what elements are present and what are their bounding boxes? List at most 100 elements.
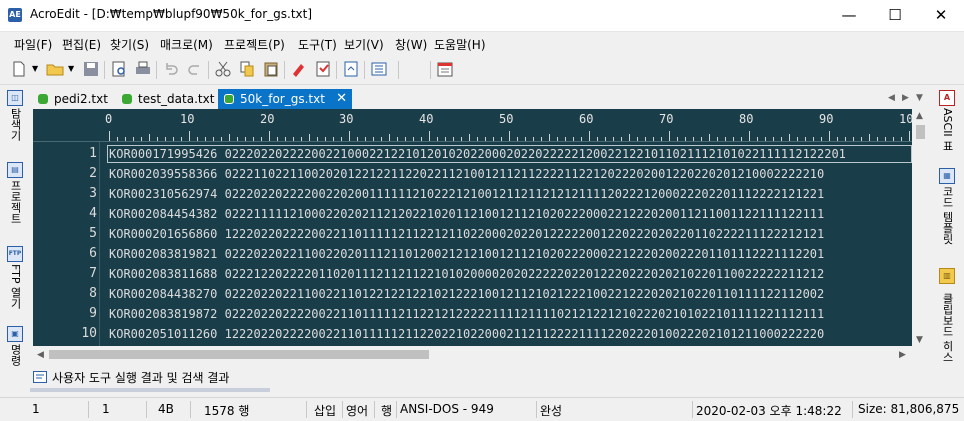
ruler-tick bbox=[717, 137, 718, 141]
tab-pedi2[interactable]: pedi2.txt bbox=[32, 89, 126, 109]
paste-icon[interactable] bbox=[262, 60, 280, 78]
ruler-tick bbox=[325, 137, 326, 141]
cut-icon[interactable] bbox=[214, 60, 232, 78]
output-panel-tab[interactable]: 사용자 도구 실행 결과 및 검색 결과 bbox=[52, 369, 229, 386]
code-line[interactable]: KOR000171995426 022202202222002210002212… bbox=[109, 147, 912, 161]
code-line[interactable]: KOR002084454382 022211111210002202021121… bbox=[109, 207, 912, 221]
scroll-up-icon[interactable]: ▲ bbox=[916, 111, 923, 121]
ruler-tick bbox=[693, 137, 694, 141]
copy-icon[interactable] bbox=[238, 60, 256, 78]
ruler-tick bbox=[565, 137, 566, 141]
status-complete[interactable]: 완성 bbox=[540, 402, 562, 419]
file-status-icon bbox=[224, 94, 234, 104]
ruler-tick bbox=[821, 137, 822, 141]
tab-list-icon[interactable]: ▼ bbox=[916, 93, 923, 103]
vertical-scroll-thumb[interactable] bbox=[916, 125, 925, 139]
code-line[interactable]: KOR002084438270 022202202211002211012212… bbox=[109, 287, 912, 301]
ftp-icon: FTP bbox=[7, 246, 23, 262]
menu-view[interactable]: 보기(V) bbox=[344, 36, 384, 53]
side-tab-code-template[interactable]: ▦ 코드 템플릿 bbox=[933, 168, 961, 248]
scroll-right-icon[interactable]: ▶ bbox=[899, 350, 906, 360]
print-preview-icon[interactable] bbox=[110, 60, 128, 78]
ruler-tick bbox=[861, 137, 862, 141]
code-line[interactable]: KOR002039558366 022211022110020201221221… bbox=[109, 167, 912, 181]
menu-macro[interactable]: 매크로(M) bbox=[160, 36, 213, 53]
minimize-button[interactable]: — bbox=[826, 0, 872, 31]
side-tab-clipboard[interactable]: ▥ 클립보드 히스 bbox=[933, 268, 961, 373]
tab-label: pedi2.txt bbox=[54, 92, 108, 106]
ruler-tick bbox=[221, 137, 222, 141]
tab-label: test_data.txt bbox=[138, 92, 215, 106]
print-icon[interactable] bbox=[134, 60, 152, 78]
tab-scroll-left-icon[interactable]: ◀ bbox=[888, 93, 895, 103]
ruler-tick bbox=[781, 137, 782, 141]
bookmark-icon[interactable] bbox=[314, 60, 332, 78]
document-view-icon[interactable] bbox=[342, 60, 360, 78]
menu-find[interactable]: 찾기(S) bbox=[110, 36, 149, 53]
code-line[interactable]: KOR002083819821 022202202211002202011121… bbox=[109, 247, 912, 261]
calendar-icon[interactable] bbox=[436, 60, 454, 78]
side-tab-project[interactable]: ▤ 프로젝트 bbox=[1, 162, 29, 227]
menu-edit[interactable]: 편집(E) bbox=[62, 36, 101, 53]
undo-icon[interactable] bbox=[162, 60, 180, 78]
menu-help[interactable]: 도움말(H) bbox=[434, 36, 486, 53]
new-dropdown-icon[interactable]: ▼ bbox=[32, 64, 38, 73]
open-folder-icon[interactable] bbox=[46, 60, 64, 78]
tab-50k-for-gs[interactable]: 50k_for_gs.txt ✕ bbox=[218, 89, 352, 109]
side-tab-command[interactable]: ▣ 명령 bbox=[1, 326, 29, 369]
tab-scroll-right-icon[interactable]: ▶ bbox=[902, 93, 909, 103]
ruler-tick bbox=[525, 137, 526, 141]
new-file-icon[interactable] bbox=[10, 60, 28, 78]
horizontal-scrollbar[interactable]: ◀ ▶ bbox=[33, 346, 912, 363]
scroll-down-icon[interactable]: ▼ bbox=[916, 335, 923, 345]
ruler-tick bbox=[461, 137, 462, 141]
code-line[interactable]: KOR000201656860 122202202222002211011111… bbox=[109, 227, 912, 241]
status-insert-mode[interactable]: 삽입 bbox=[314, 402, 336, 419]
save-icon[interactable] bbox=[82, 60, 100, 78]
ruler-tick bbox=[677, 137, 678, 141]
ruler-tick bbox=[197, 137, 198, 141]
maximize-button[interactable]: ☐ bbox=[872, 0, 918, 31]
horizontal-scroll-thumb[interactable] bbox=[49, 350, 429, 359]
ruler-tick bbox=[173, 137, 174, 141]
menu-file[interactable]: 파일(F) bbox=[14, 36, 52, 53]
ruler-tick bbox=[429, 131, 430, 141]
list-view-icon[interactable] bbox=[370, 60, 388, 78]
side-tab-explorer[interactable]: ◫ 탐색기 bbox=[1, 90, 29, 144]
ruler-tick bbox=[653, 137, 654, 141]
side-tab-ftp[interactable]: FTP FTP 열기 bbox=[1, 246, 29, 312]
text-editor[interactable]: 0 10 20 30 40 50 60 70 80 90 10 1 KOR000… bbox=[33, 109, 912, 346]
code-line[interactable]: KOR002083811688 022212202222011020111211… bbox=[109, 267, 912, 281]
code-line[interactable]: KOR002310562974 022202202222002202001111… bbox=[109, 187, 912, 201]
vertical-scrollbar[interactable]: ▲ ▼ bbox=[912, 109, 929, 346]
line-number: 6 bbox=[89, 246, 97, 261]
status-encoding[interactable]: ANSI-DOS - 949 bbox=[400, 402, 494, 416]
code-line[interactable]: KOR002051011260 122202202222002211011111… bbox=[109, 327, 912, 341]
ruler-tick bbox=[405, 137, 406, 141]
status-row-mode[interactable]: 행 bbox=[381, 402, 392, 419]
menu-project[interactable]: 프로젝트(P) bbox=[224, 36, 285, 53]
redo-icon[interactable] bbox=[186, 60, 204, 78]
menu-tools[interactable]: 도구(T) bbox=[298, 36, 337, 53]
ruler-tick bbox=[373, 137, 374, 141]
tab-test-data[interactable]: test_data.txt bbox=[116, 89, 226, 109]
ruler-label: 90 bbox=[819, 112, 834, 126]
ruler-label: 10 bbox=[899, 112, 912, 126]
menu-window[interactable]: 창(W) bbox=[395, 36, 427, 53]
side-tab-ascii[interactable]: A ASCII 표 bbox=[933, 90, 961, 154]
scroll-left-icon[interactable]: ◀ bbox=[37, 350, 44, 360]
code-line[interactable]: KOR002083819872 022202202222002211011111… bbox=[109, 307, 912, 321]
ruler-tick bbox=[189, 131, 190, 141]
status-input-language[interactable]: 영어 bbox=[346, 402, 368, 419]
ruler-tick bbox=[365, 137, 366, 141]
ruler-tick bbox=[333, 137, 334, 141]
status-separator bbox=[146, 401, 147, 418]
close-button[interactable]: ✕ bbox=[918, 0, 964, 31]
ruler-tick bbox=[885, 137, 886, 141]
highlight-icon[interactable] bbox=[290, 60, 308, 78]
side-tab-ftp-label: FTP 열기 bbox=[9, 264, 22, 309]
status-separator bbox=[374, 401, 375, 418]
open-dropdown-icon[interactable]: ▼ bbox=[68, 64, 74, 73]
toolbar-separator bbox=[430, 61, 431, 79]
close-tab-icon[interactable]: ✕ bbox=[336, 89, 347, 109]
